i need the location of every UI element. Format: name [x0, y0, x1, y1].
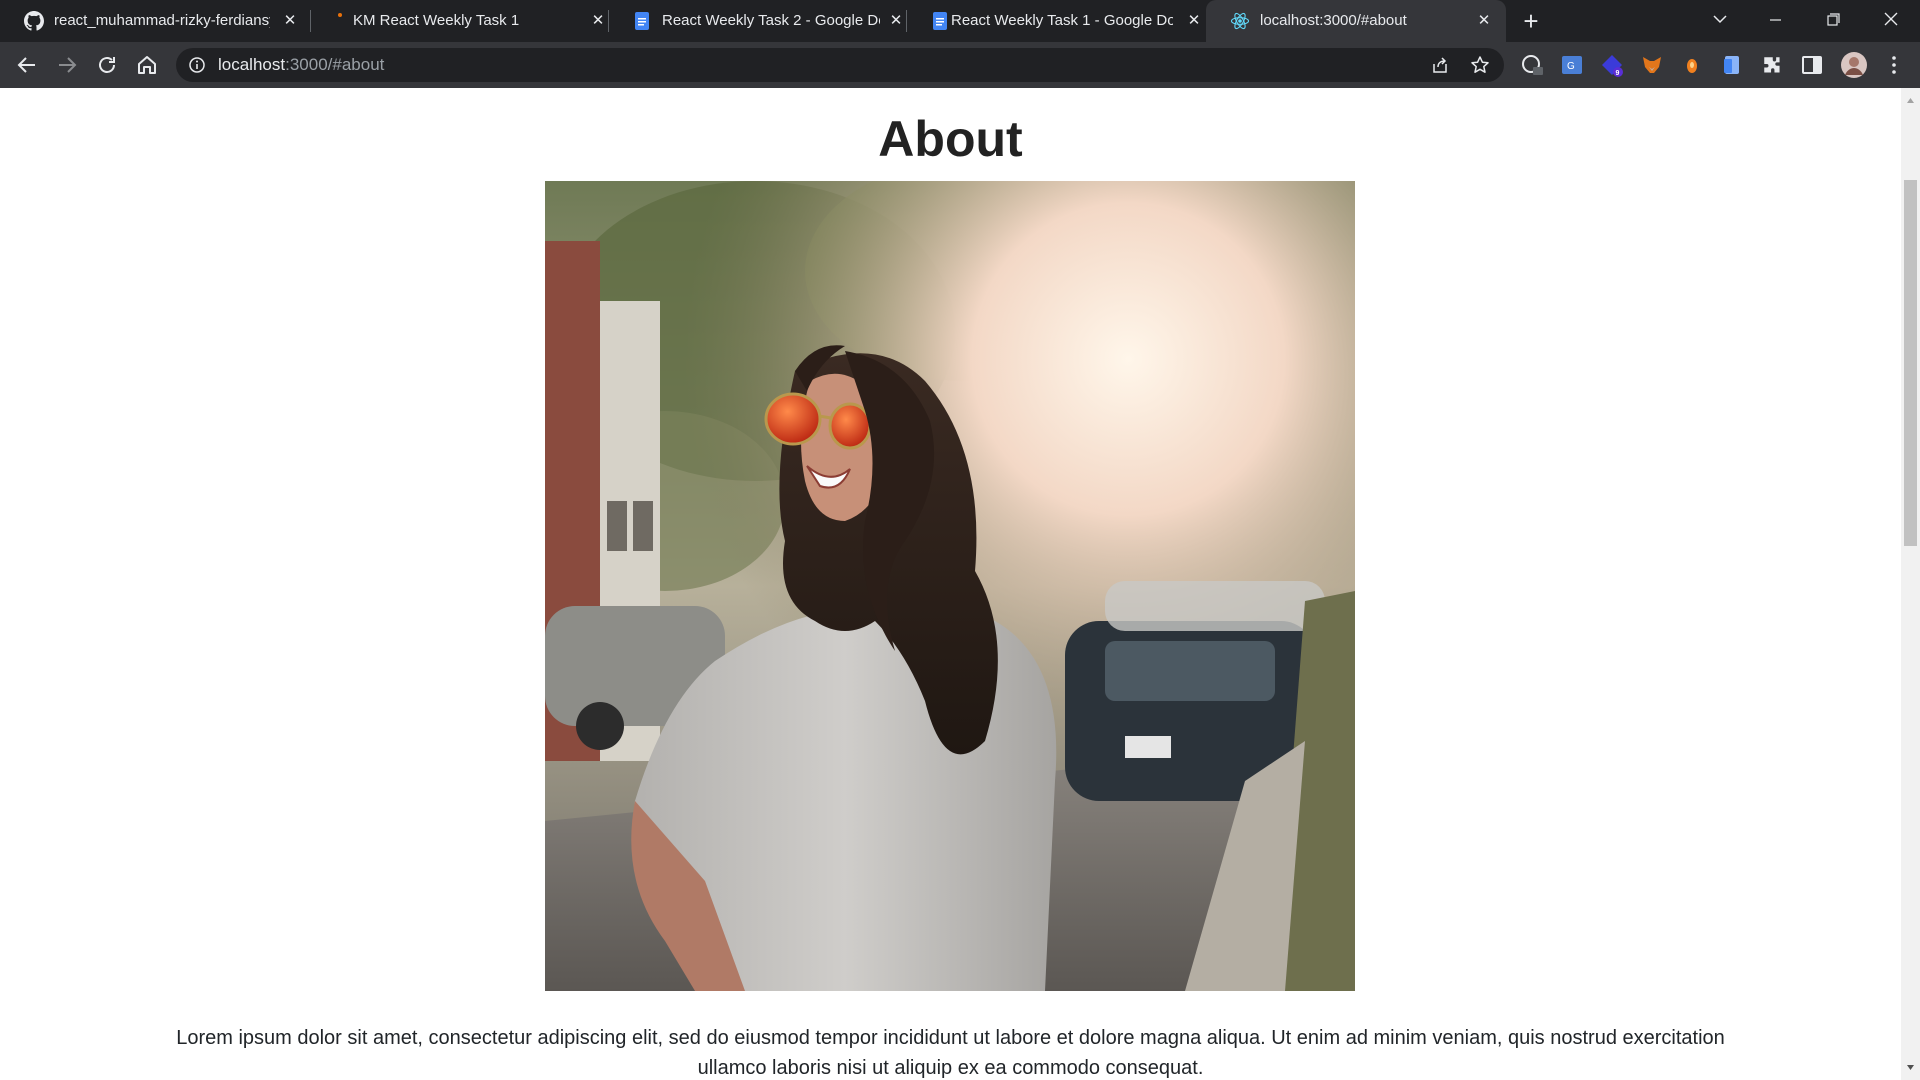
extension-honey-icon[interactable]: [1680, 53, 1704, 77]
new-tab-button[interactable]: +: [1516, 6, 1546, 36]
about-paragraph: Lorem ipsum dolor sit amet, consectetur …: [176, 1027, 1725, 1079]
url-path: :3000/#about: [285, 55, 385, 74]
restore-icon[interactable]: [1808, 0, 1858, 42]
url-host: localhost: [218, 55, 286, 74]
url-text: localhost:3000/#about: [218, 48, 384, 82]
minimize-icon[interactable]: [1750, 0, 1800, 42]
browser-toolbar: localhost:3000/#about G 9: [0, 42, 1920, 88]
tab-title: KM React Weekly Task 1: [353, 12, 520, 29]
tab-search-icon[interactable]: [1695, 0, 1745, 42]
close-tab-icon[interactable]: ✕: [1474, 11, 1494, 31]
extension-badge: 9: [1616, 70, 1620, 77]
close-tab-icon[interactable]: ✕: [280, 11, 300, 31]
tab-title: react_muhammad-rizky-ferdiansy: [54, 12, 270, 29]
github-icon: [24, 11, 44, 31]
google-docs-icon: [635, 12, 649, 30]
tab-title: React Weekly Task 1 - Google Do: [951, 12, 1173, 29]
google-docs-icon: [933, 12, 947, 30]
extensions-puzzle-icon[interactable]: [1760, 53, 1784, 77]
scroll-down-icon[interactable]: [1906, 1063, 1915, 1072]
bookmark-star-icon[interactable]: [1470, 55, 1490, 75]
tab-strip: react_muhammad-rizky-ferdiansy ✕ KM Reac…: [0, 0, 1920, 42]
close-tab-icon[interactable]: ✕: [588, 11, 608, 31]
tab-weekly-task-2[interactable]: React Weekly Task 2 - Google Do ✕: [608, 0, 906, 42]
extension-chatgpt-icon[interactable]: [1520, 53, 1544, 77]
extension-docs-icon[interactable]: [1720, 53, 1744, 77]
close-tab-icon[interactable]: ✕: [886, 11, 906, 31]
side-panel-icon[interactable]: [1800, 53, 1824, 77]
close-window-icon[interactable]: [1866, 0, 1916, 42]
react-icon: [1230, 12, 1250, 30]
address-bar[interactable]: localhost:3000/#about: [176, 48, 1504, 82]
extension-metamask-icon[interactable]: [1640, 53, 1664, 77]
tab-km-react[interactable]: KM React Weekly Task 1 ✕: [310, 0, 608, 42]
tab-github[interactable]: react_muhammad-rizky-ferdiansy ✕: [0, 0, 300, 42]
page-viewport: About Lorem ipsum dolor sit amet, consec…: [0, 88, 1901, 1080]
page-title: About: [878, 111, 1023, 167]
scroll-thumb[interactable]: [1904, 180, 1917, 546]
back-icon[interactable]: [15, 53, 39, 77]
share-icon[interactable]: [1430, 55, 1450, 75]
svg-text:G: G: [1567, 61, 1575, 72]
reload-icon[interactable]: [95, 53, 119, 77]
scroll-up-icon[interactable]: [1906, 96, 1915, 105]
tab-localhost-about[interactable]: localhost:3000/#about ✕: [1206, 0, 1506, 42]
home-icon[interactable]: [135, 53, 159, 77]
extension-translate-icon[interactable]: G: [1560, 53, 1584, 77]
site-info-icon[interactable]: [188, 56, 206, 74]
about-photo: [545, 181, 1355, 991]
menu-kebab-icon[interactable]: [1882, 53, 1906, 77]
forward-icon[interactable]: [55, 53, 79, 77]
page-scrollbar[interactable]: [1901, 88, 1920, 1080]
profile-avatar-icon[interactable]: [1840, 51, 1868, 79]
close-tab-icon[interactable]: ✕: [1184, 11, 1204, 31]
tab-title: React Weekly Task 2 - Google Do: [662, 12, 880, 29]
tab-title: localhost:3000/#about: [1260, 12, 1407, 29]
tab-weekly-task-1[interactable]: React Weekly Task 1 - Google Do ✕: [906, 0, 1204, 42]
extension-diamond-icon[interactable]: 9: [1600, 53, 1624, 77]
